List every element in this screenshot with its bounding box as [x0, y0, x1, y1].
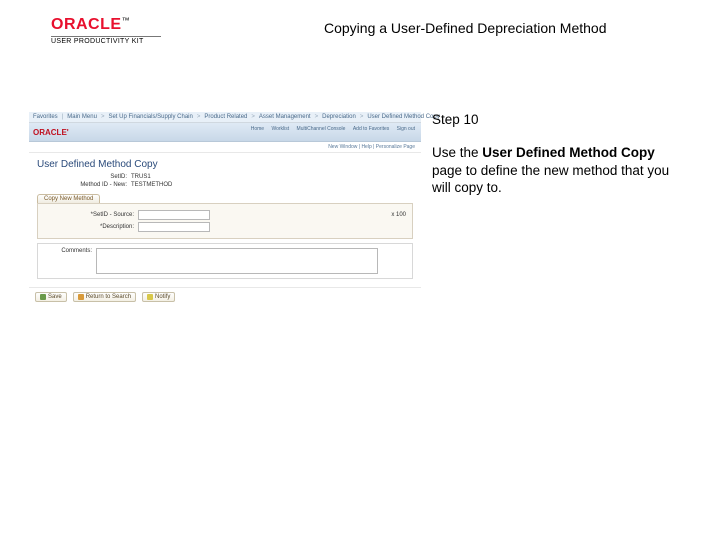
breadcrumb: Favorites| Main Menu> Set Up Financials/…: [29, 112, 421, 123]
header-link-console[interactable]: MultiChannel Console: [297, 126, 346, 132]
breadcrumb-item[interactable]: Favorites: [33, 114, 58, 120]
breadcrumb-item[interactable]: User Defined Method Copy: [367, 114, 439, 120]
method-id-label: Method ID - New:: [37, 182, 127, 188]
app-screenshot: Favorites| Main Menu> Set Up Financials/…: [28, 111, 422, 333]
action-bar: Save Return to Search Notify: [29, 287, 421, 306]
sub-links[interactable]: New Window | Help | Personalize Page: [29, 142, 421, 153]
app-body: User Defined Method Copy SetID: TRUS1 Me…: [29, 153, 421, 287]
header-link-favorites[interactable]: Add to Favorites: [353, 126, 389, 132]
instruction-panel: Step 10 Use the User Defined Method Copy…: [432, 111, 684, 196]
description-panel: Comments:: [37, 243, 413, 279]
header-link-worklist[interactable]: Worklist: [271, 126, 289, 132]
notify-button[interactable]: Notify: [142, 292, 175, 302]
instruction-text: Use the User Defined Method Copy page to…: [432, 144, 684, 196]
app-header: ORACLE' Home Worklist MultiChannel Conso…: [29, 123, 421, 142]
description-input[interactable]: [138, 222, 210, 232]
copy-method-panel: *SetID - Source: x 100 *Description:: [37, 203, 413, 239]
comments-label: Comments:: [42, 248, 92, 254]
return-label: Return to Search: [86, 294, 131, 300]
breadcrumb-item[interactable]: Set Up Financials/Supply Chain: [108, 114, 192, 120]
save-icon: [40, 294, 46, 300]
setid-value: TRUS1: [131, 174, 151, 180]
app-brand: ORACLE': [33, 128, 69, 137]
step-label: Step 10: [432, 111, 684, 128]
oracle-upk-logo: ORACLE™ USER PRODUCTIVITY KIT: [51, 16, 161, 45]
app-page-title: User Defined Method Copy: [37, 159, 413, 170]
instruction-prefix: Use the: [432, 145, 482, 160]
instruction-suffix: page to define the new method that you w…: [432, 163, 669, 195]
percent-value: x 100: [391, 212, 406, 218]
breadcrumb-item[interactable]: Depreciation: [322, 114, 356, 120]
return-to-search-button[interactable]: Return to Search: [73, 292, 136, 302]
notify-icon: [147, 294, 153, 300]
return-icon: [78, 294, 84, 300]
logo-brand: ORACLE: [51, 16, 122, 33]
comments-textarea[interactable]: [96, 248, 378, 274]
page-title: Copying a User-Defined Depreciation Meth…: [324, 20, 606, 36]
header-link-signout[interactable]: Sign out: [397, 126, 415, 132]
header-links: Home Worklist MultiChannel Console Add t…: [245, 126, 415, 132]
source-setid-label: *SetID - Source:: [44, 212, 134, 218]
description-label: *Description:: [44, 224, 134, 230]
save-button[interactable]: Save: [35, 292, 67, 302]
header-link-home[interactable]: Home: [251, 126, 264, 132]
breadcrumb-item[interactable]: Product Related: [204, 114, 247, 120]
breadcrumb-item[interactable]: Main Menu: [67, 114, 97, 120]
source-setid-input[interactable]: [138, 210, 210, 220]
logo-subline: USER PRODUCTIVITY KIT: [51, 38, 161, 45]
save-label: Save: [48, 294, 62, 300]
setid-label: SetID:: [37, 174, 127, 180]
breadcrumb-item[interactable]: Asset Management: [259, 114, 311, 120]
tab-copy-new-method[interactable]: Copy New Method: [37, 194, 100, 203]
notify-label: Notify: [155, 294, 170, 300]
method-id-value: TESTMETHOD: [131, 182, 172, 188]
logo-tm: ™: [122, 16, 130, 25]
instruction-bold: User Defined Method Copy: [482, 145, 655, 160]
logo-divider: [51, 36, 161, 37]
